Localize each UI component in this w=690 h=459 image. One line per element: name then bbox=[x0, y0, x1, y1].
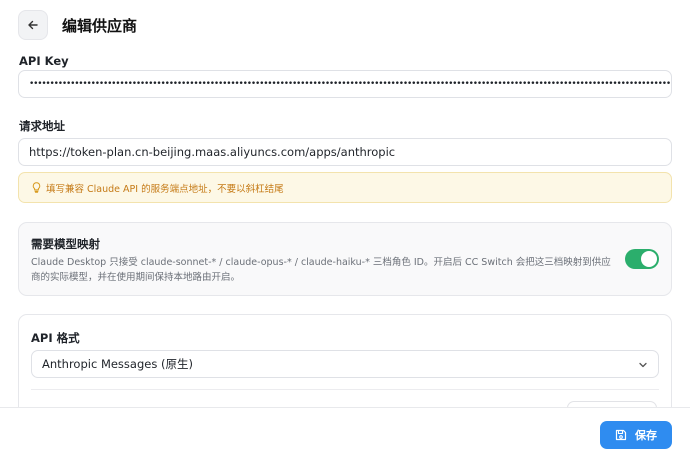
hint-text: 填写兼容 Claude API 的服务端点地址，不要以斜杠结尾 bbox=[46, 183, 284, 195]
back-button[interactable] bbox=[18, 10, 48, 40]
save-icon bbox=[615, 429, 627, 441]
lightbulb-icon bbox=[32, 182, 41, 193]
save-button[interactable]: 保存 bbox=[600, 421, 672, 449]
page-title: 编辑供应商 bbox=[62, 16, 138, 35]
api-key-input[interactable]: ••••••••••••••••••••••••••••••••••••••••… bbox=[18, 70, 672, 98]
endpoint-hint: 填写兼容 Claude API 的服务端点地址，不要以斜杠结尾 bbox=[18, 172, 672, 203]
api-format-value: Anthropic Messages (原生) bbox=[42, 357, 193, 371]
toggle-knob bbox=[641, 251, 657, 267]
model-mapping-description: Claude Desktop 只接受 claude-sonnet-* / cla… bbox=[31, 257, 611, 283]
model-mapping-card: 需要模型映射 Claude Desktop 只接受 claude-sonnet-… bbox=[18, 222, 672, 296]
endpoint-label: 请求地址 bbox=[19, 119, 65, 133]
arrow-left-icon bbox=[28, 20, 38, 30]
footer-bar: 保存 bbox=[0, 407, 690, 459]
api-format-select[interactable]: Anthropic Messages (原生) bbox=[31, 350, 659, 378]
model-mapping-title: 需要模型映射 bbox=[31, 237, 100, 251]
chevron-down-icon bbox=[638, 360, 648, 370]
endpoint-input[interactable]: https://token-plan.cn-beijing.maas.aliyu… bbox=[18, 138, 672, 166]
model-mapping-toggle[interactable] bbox=[625, 249, 659, 269]
api-key-label: API Key bbox=[19, 54, 69, 68]
save-label: 保存 bbox=[635, 429, 657, 442]
divider bbox=[31, 389, 659, 390]
page-header: 编辑供应商 bbox=[18, 10, 137, 40]
api-format-label: API 格式 bbox=[31, 331, 80, 345]
